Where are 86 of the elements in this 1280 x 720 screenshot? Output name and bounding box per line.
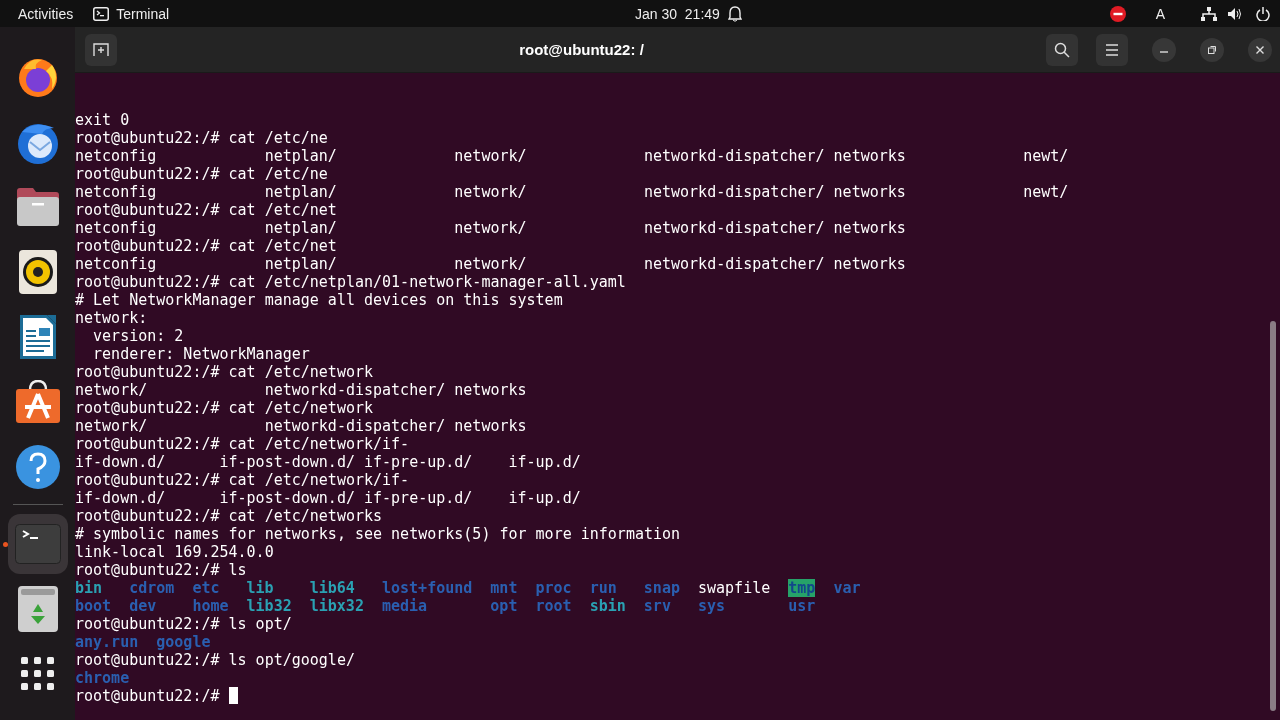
close-icon[interactable] — [1255, 44, 1265, 55]
document-icon[interactable] — [18, 314, 57, 360]
directory-name: tmp — [788, 579, 816, 597]
search-icon[interactable] — [1054, 41, 1070, 58]
file-name: swapfile — [698, 579, 771, 597]
terminal-line: netconfig netplan/ network/ networkd-dispatcher/ networks newt/ — [75, 147, 1069, 165]
keyboard-layout[interactable]: A — [1155, 5, 1165, 22]
directory-name: any.run — [75, 633, 139, 651]
directory-name: usr — [788, 597, 816, 615]
directory-name: run — [589, 579, 617, 597]
directory-name: etc — [192, 579, 220, 597]
directory-name: root — [535, 597, 572, 615]
trash-icon[interactable] — [17, 586, 58, 632]
terminal-line: if-down.d/ if-post-down.d/ if-pre-up.d/ if-up.d/ — [75, 453, 581, 471]
minimize-button[interactable] — [1152, 37, 1176, 62]
menu-button[interactable] — [1096, 33, 1128, 66]
help-icon[interactable] — [14, 444, 61, 490]
restore-icon[interactable] — [1207, 44, 1217, 55]
directory-name: opt — [490, 597, 518, 615]
terminal-line: netconfig netplan/ network/ networkd-dispatcher/ networks newt/ — [75, 183, 1069, 201]
directory-name: proc — [535, 579, 572, 597]
terminal-line: root@ubuntu22:/# cat /etc/ne — [75, 129, 328, 147]
terminal-line: if-down.d/ if-post-down.d/ if-pre-up.d/ if-up.d/ — [75, 489, 581, 507]
symlink-name: libx32 — [309, 597, 364, 615]
terminal-line: root@ubuntu22:/# cat /etc/networks — [75, 507, 383, 525]
scrollbar[interactable] — [1270, 321, 1276, 711]
terminal-line: network/ networkd-dispatcher/ networks — [75, 417, 527, 435]
terminal-line: root@ubuntu22:/# cat /etc/net — [75, 237, 337, 255]
terminal-line: root@ubuntu22:/# ls opt/google/ — [75, 651, 355, 669]
terminal-line: renderer: NetworkManager — [92, 345, 310, 363]
directory-name: cdrom — [129, 579, 175, 597]
terminal-line: root@ubuntu22:/# cat /etc/netplan/01-network-manager-all.yaml — [75, 273, 626, 291]
directory-name: mnt — [490, 579, 518, 597]
directory-name: sys — [698, 597, 726, 615]
directory-name: snap — [643, 579, 680, 597]
symlink-name: lib32 — [246, 597, 292, 615]
do-not-disturb-icon[interactable] — [1109, 5, 1126, 22]
terminal-line: network/ networkd-dispatcher/ networks — [75, 381, 527, 399]
terminal-line: network: — [75, 309, 148, 327]
restore-button[interactable] — [1200, 37, 1224, 62]
terminal-line: root@ubuntu22:/# cat /etc/network — [75, 363, 373, 381]
directory-name: media — [382, 597, 428, 615]
terminal-line: root@ubuntu22:/# cat /etc/network/if- — [75, 435, 410, 453]
terminal-line: root@ubuntu22:/# cat /etc/network — [75, 399, 373, 417]
directory-name: srv — [643, 597, 671, 615]
terminal-line: version: 2 — [92, 327, 184, 345]
terminal-line: exit 0 — [75, 111, 130, 129]
close-button[interactable] — [1248, 37, 1272, 62]
network-icon[interactable] — [1201, 6, 1217, 21]
app-grid-icon[interactable] — [20, 657, 55, 691]
folder-icon[interactable] — [14, 187, 61, 227]
terminal-line: root@ubuntu22:/# cat /etc/ne — [75, 165, 328, 183]
speaker-icon[interactable] — [18, 250, 57, 294]
terminal-line: root@ubuntu22:/# ls opt/ — [75, 615, 292, 633]
terminal-line: # Let NetworkManager manage all devices on this system — [75, 291, 563, 309]
app-menu[interactable]: Terminal — [116, 5, 170, 22]
terminal-line: root@ubuntu22:/# cat /etc/net — [75, 201, 337, 219]
new-tab-icon[interactable] — [93, 42, 109, 57]
symlink-name: sbin — [589, 597, 626, 615]
directory-name: dev — [129, 597, 157, 615]
terminal-line: netconfig netplan/ network/ networkd-dispatcher/ networks — [75, 255, 906, 273]
shopping-bag-icon[interactable] — [14, 380, 61, 424]
search-button[interactable] — [1046, 33, 1078, 66]
symlink-name: bin — [75, 579, 103, 597]
symlink-name: lib — [246, 579, 274, 597]
terminal-line: link-local 169.254.0.0 — [75, 543, 274, 561]
terminal-line: root@ubuntu22:/# — [75, 687, 220, 705]
new-tab-button[interactable] — [85, 33, 117, 66]
directory-name: home — [192, 597, 229, 615]
date-time[interactable]: Jan 30 21:49 — [635, 5, 720, 22]
symlink-name: lib64 — [309, 579, 355, 597]
terminal-line: root@ubuntu22:/# cat /etc/network/if- — [75, 471, 410, 489]
directory-name: var — [833, 579, 861, 597]
terminal-line: # symbolic names for networks, see networks(5) for more information — [75, 525, 681, 543]
menu-icon[interactable] — [1105, 43, 1119, 56]
directory-name: boot — [75, 597, 112, 615]
terminal-line: netconfig netplan/ network/ networkd-dispatcher/ networks — [75, 219, 906, 237]
volume-icon[interactable] — [1227, 6, 1242, 21]
directory-name: lost+found — [382, 579, 473, 597]
activities-button[interactable]: Activities — [0, 5, 92, 22]
window-title: root@ubuntu22: / — [518, 41, 645, 58]
power-icon[interactable] — [1256, 6, 1270, 21]
bell-icon — [727, 5, 742, 22]
terminal-line: root@ubuntu22:/# ls — [75, 561, 247, 579]
directory-name: google — [156, 633, 211, 651]
directory-name: chrome — [75, 669, 130, 687]
